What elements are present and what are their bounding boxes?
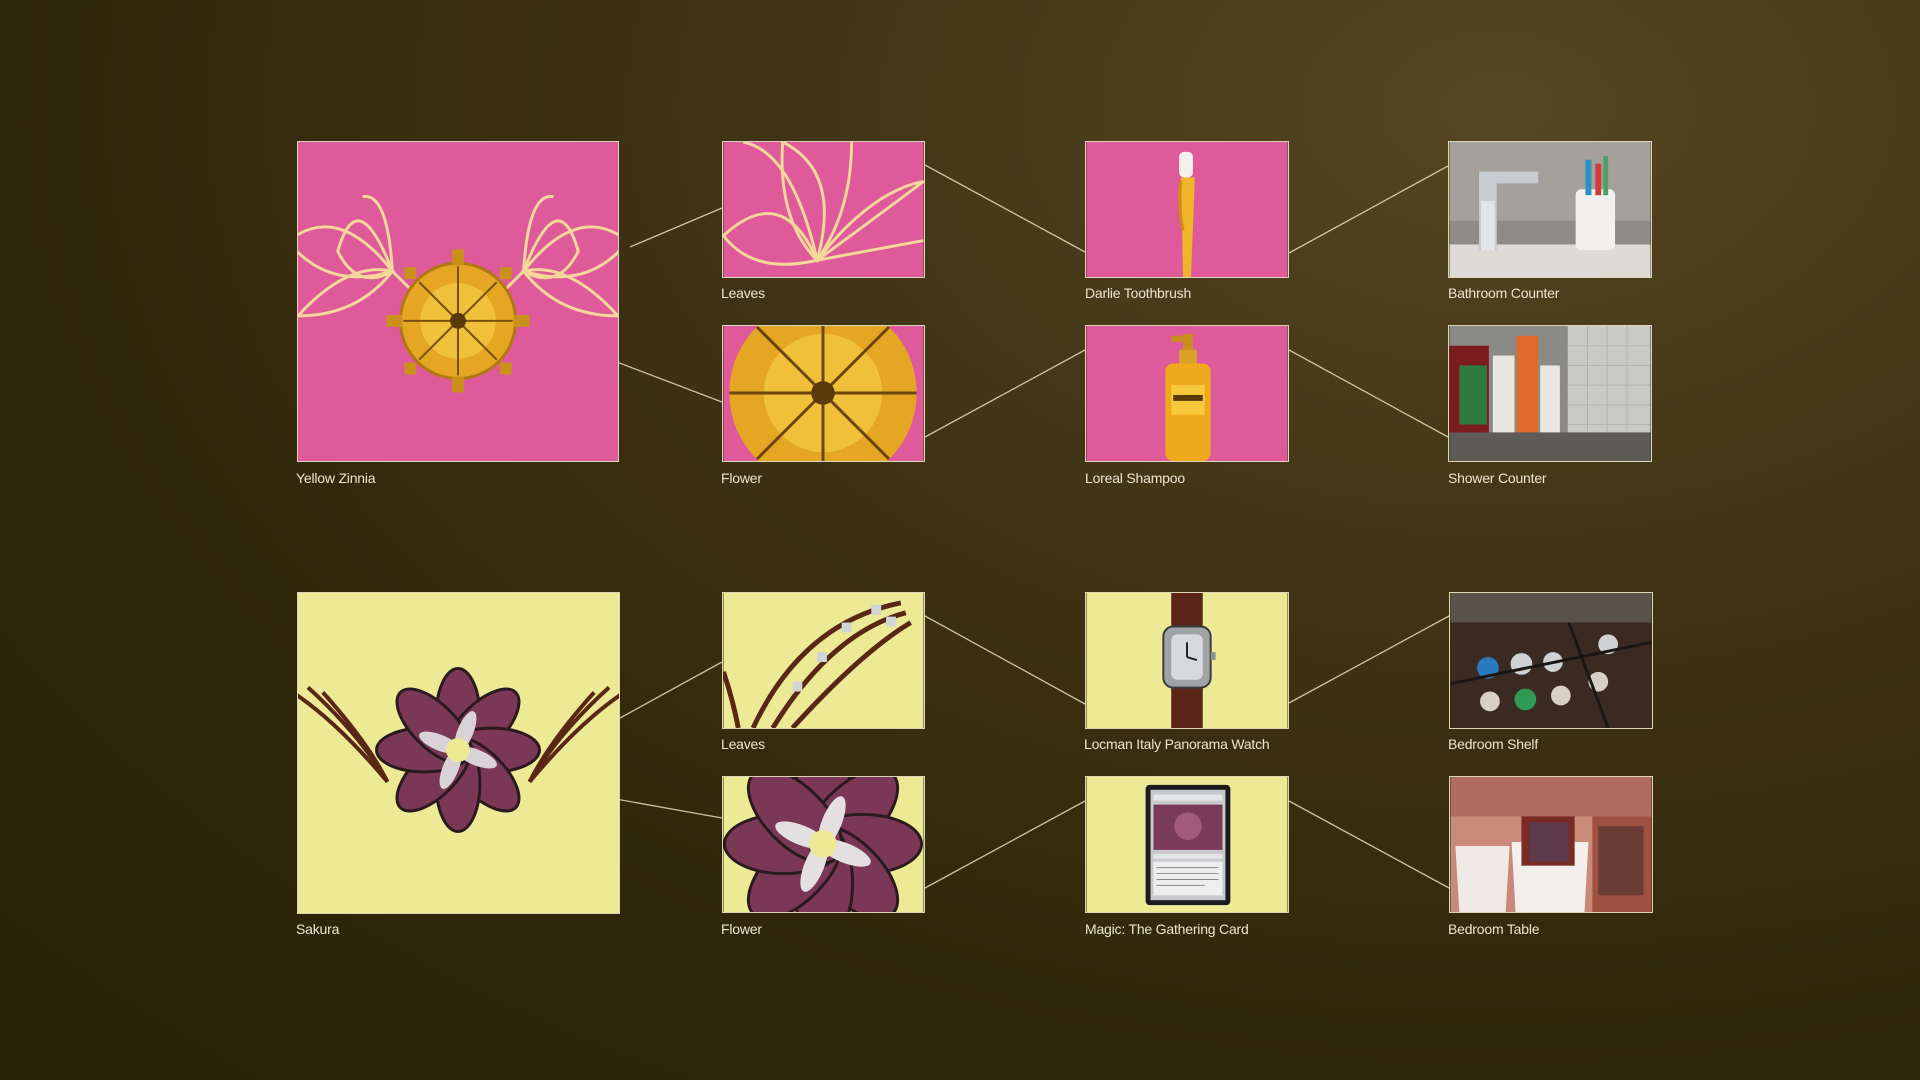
sakura-leaves-label: Leaves — [721, 736, 765, 752]
sakura-image — [298, 593, 619, 913]
yellow-zinnia-image — [298, 142, 618, 461]
trading-card-photo — [1085, 776, 1289, 913]
card-boxes-photo — [1449, 776, 1653, 913]
connector-shampoo-shower — [1288, 349, 1449, 438]
leaves-crop — [722, 592, 925, 729]
connector-toothbrush-bathroom — [1288, 165, 1449, 254]
sakura-leaves-image — [723, 593, 924, 728]
sakura-flower-image — [723, 777, 924, 912]
leaves-crop — [722, 141, 925, 278]
connector-flower-shampoo — [924, 349, 1086, 438]
sakura-flower-label: Flower — [721, 921, 762, 937]
bedroom-shelf-label: Bedroom Shelf — [1448, 736, 1539, 752]
collage-diagram: Yellow Zinnia Leaves Flower Darlie Tooth… — [0, 0, 1920, 1080]
yellow-zinnia-label: Yellow Zinnia — [296, 470, 376, 486]
watch-label: Locman Italy Panorama Watch — [1084, 736, 1270, 752]
shampoo-label: Loreal Shampoo — [1085, 470, 1185, 486]
shower-counter-label: Shower Counter — [1448, 470, 1547, 486]
sakura-collage — [297, 592, 620, 914]
connector-leaves-watch — [924, 615, 1086, 705]
watch-box-photo — [1449, 592, 1653, 729]
shampoo-bottle-photo — [1085, 325, 1289, 462]
toothbrush-photo — [1085, 141, 1289, 278]
watch-image — [1086, 593, 1288, 728]
card-image — [1086, 777, 1288, 912]
zinnia-leaves-image — [723, 142, 924, 277]
toothbrush-image — [1086, 142, 1288, 277]
connector-leaves-toothbrush — [924, 164, 1086, 253]
shower-counter-photo — [1448, 325, 1652, 462]
connector-watch-shelf — [1288, 615, 1450, 704]
shower-counter-image — [1449, 326, 1651, 461]
flower-crop — [722, 776, 925, 913]
card-label: Magic: The Gathering Card — [1085, 921, 1249, 937]
zinnia-flower-image — [723, 326, 924, 461]
watch-photo — [1085, 592, 1289, 729]
yellow-zinnia-collage — [297, 141, 619, 462]
flower-crop — [722, 325, 925, 462]
zinnia-leaves-label: Leaves — [721, 285, 765, 301]
connector-flower-card — [924, 800, 1086, 889]
shampoo-image — [1086, 326, 1288, 461]
bathroom-counter-photo — [1448, 141, 1652, 278]
bathroom-counter-image — [1449, 142, 1651, 277]
bathroom-counter-label: Bathroom Counter — [1448, 285, 1560, 301]
bedroom-table-image — [1450, 777, 1652, 912]
sakura-label: Sakura — [296, 921, 340, 937]
bedroom-shelf-image — [1450, 593, 1652, 728]
connector-zinnia-leaves — [629, 207, 723, 248]
connector-card-table — [1288, 800, 1450, 889]
connector-sakura-leaves — [619, 661, 723, 719]
zinnia-flower-label: Flower — [721, 470, 762, 486]
toothbrush-label: Darlie Toothbrush — [1085, 285, 1192, 301]
bedroom-table-label: Bedroom Table — [1448, 921, 1540, 937]
